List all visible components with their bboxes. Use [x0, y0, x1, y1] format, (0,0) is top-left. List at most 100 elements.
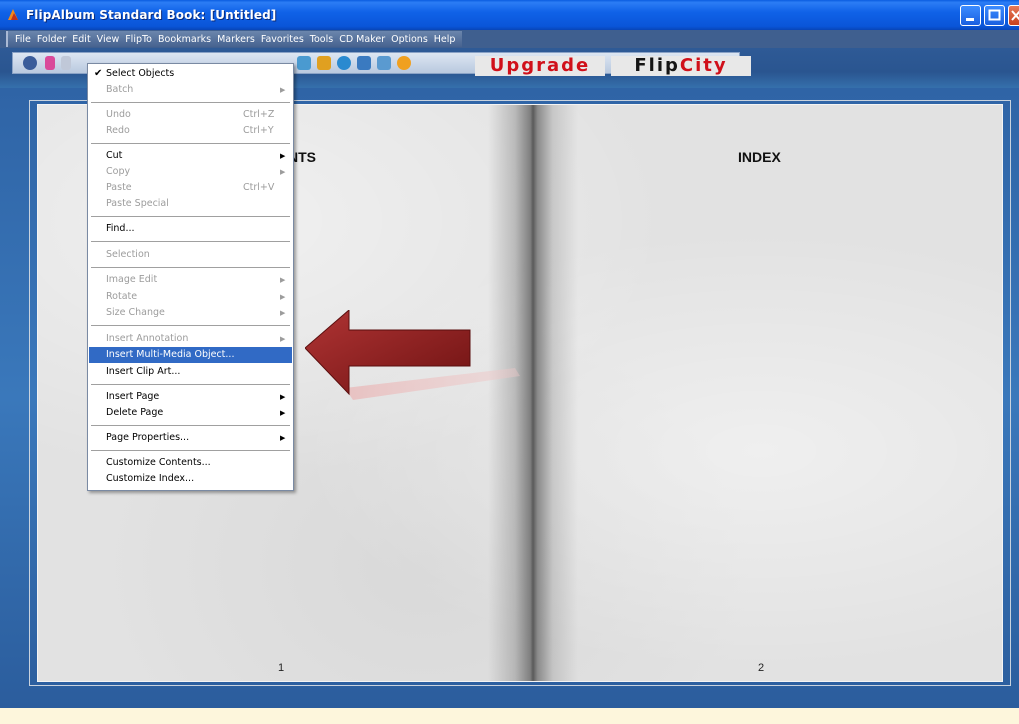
menu-bar: File Folder Edit View FlipTo Bookmarks M… [0, 30, 1019, 48]
submenu-arrow-icon: ▶ [280, 335, 286, 343]
submenu-arrow-icon: ▶ [280, 168, 286, 176]
menu-item-copy[interactable]: Copy ▶ [89, 164, 292, 180]
menu-item-label: Image Edit [106, 274, 158, 285]
shortcut-label: Ctrl+V [243, 182, 275, 193]
menu-item-paste-special[interactable]: Paste Special [89, 196, 292, 212]
menu-item-label: Copy [106, 166, 131, 177]
maximize-button[interactable] [984, 5, 1005, 26]
menu-item-delete-page[interactable]: Delete Page ▶ [89, 405, 292, 421]
menu-tools[interactable]: Tools [307, 34, 336, 45]
flipcity-label-part1: Flip [634, 55, 680, 76]
monitor-icon[interactable] [377, 56, 391, 70]
menu-item-label: Batch [106, 84, 134, 95]
menu-view[interactable]: View [94, 34, 123, 45]
menu-options[interactable]: Options [388, 34, 431, 45]
eye-icon[interactable] [23, 56, 37, 70]
menu-item-label: Undo [106, 109, 131, 120]
page-number-right: 2 [758, 662, 765, 674]
grid-icon[interactable] [317, 56, 331, 70]
menu-item-paste[interactable]: Paste Ctrl+V [89, 180, 292, 196]
menu-item-insert-annotation[interactable]: Insert Annotation ▶ [89, 331, 292, 347]
menu-help[interactable]: Help [431, 34, 459, 45]
menu-item-insert-clip-art[interactable]: Insert Clip Art... [89, 364, 292, 380]
menu-item-redo[interactable]: Redo Ctrl+Y [89, 123, 292, 139]
checkmark-icon: ✔ [94, 68, 103, 79]
submenu-arrow-icon: ▶ [280, 276, 286, 284]
menu-item-label: Insert Clip Art... [106, 366, 181, 377]
menu-item-batch[interactable]: Batch ▶ [89, 82, 292, 98]
page-icon[interactable] [45, 56, 55, 70]
menu-item-page-properties[interactable]: Page Properties... ▶ [89, 430, 292, 446]
star-icon[interactable] [397, 56, 411, 70]
menu-item-label: Delete Page [106, 407, 164, 418]
submenu-arrow-icon: ▶ [280, 309, 286, 317]
menu-item-label: Selection [106, 249, 150, 260]
menu-item-insert-page[interactable]: Insert Page ▶ [89, 389, 292, 405]
status-bar [0, 708, 1019, 724]
menu-item-insert-multimedia-object[interactable]: Insert Multi-Media Object... [89, 347, 292, 363]
upgrade-button[interactable]: Upgrade [475, 56, 605, 76]
menu-item-label: Paste Special [106, 198, 169, 209]
menu-separator [91, 241, 290, 242]
menu-item-label: Paste [106, 182, 132, 193]
menu-cd-maker[interactable]: CD Maker [336, 34, 388, 45]
menu-item-find[interactable]: Find... [89, 221, 292, 237]
menu-separator [91, 143, 290, 144]
menu-item-label: Select Objects [106, 68, 175, 79]
menu-item-label: Redo [106, 125, 130, 136]
menu-item-customize-contents[interactable]: Customize Contents... [89, 455, 292, 471]
menu-separator [91, 450, 290, 451]
menu-item-selection[interactable]: Selection [89, 247, 292, 263]
menu-bookmarks[interactable]: Bookmarks [155, 34, 214, 45]
index-page-title: INDEX [738, 149, 781, 165]
menu-folder[interactable]: Folder [34, 34, 69, 45]
submenu-arrow-icon: ▶ [280, 434, 286, 442]
close-button[interactable] [1008, 5, 1019, 26]
flipcity-button[interactable]: FlipCity [611, 56, 751, 76]
submenu-arrow-icon: ▶ [280, 293, 286, 301]
menu-item-label: Customize Contents... [106, 457, 211, 468]
menu-item-label: Customize Index... [106, 473, 195, 484]
menu-item-label: Insert Annotation [106, 333, 189, 344]
menu-item-label: Insert Page [106, 391, 160, 402]
menu-edit[interactable]: Edit [69, 34, 93, 45]
submenu-arrow-icon: ▶ [280, 152, 286, 160]
page-outline-icon[interactable] [61, 56, 71, 70]
menu-separator [91, 102, 290, 103]
menu-separator [91, 384, 290, 385]
submenu-arrow-icon: ▶ [280, 409, 286, 417]
shortcut-label: Ctrl+Z [243, 109, 275, 120]
menu-file[interactable]: File [12, 34, 34, 45]
minimize-button[interactable] [960, 5, 981, 26]
menu-separator [91, 267, 290, 268]
edit-menu-dropdown: ✔ Select Objects Batch ▶ Undo Ctrl+Z Red… [87, 63, 294, 491]
flipalbum-app-icon[interactable] [6, 8, 20, 22]
menu-item-label: Page Properties... [106, 432, 190, 443]
window-title: FlipAlbum Standard Book: [Untitled] [26, 8, 277, 22]
menu-item-label: Rotate [106, 291, 138, 302]
submenu-arrow-icon: ▶ [280, 393, 286, 401]
menu-favorites[interactable]: Favorites [258, 34, 307, 45]
menu-markers[interactable]: Markers [214, 34, 258, 45]
menu-item-label: Cut [106, 150, 123, 161]
menu-item-select-objects[interactable]: ✔ Select Objects [89, 66, 292, 82]
menu-item-label: Size Change [106, 307, 165, 318]
menu-item-size-change[interactable]: Size Change ▶ [89, 305, 292, 321]
annotation-arrow [305, 310, 520, 400]
menu-item-image-edit[interactable]: Image Edit ▶ [89, 272, 292, 288]
menu-item-rotate[interactable]: Rotate ▶ [89, 289, 292, 305]
music-icon[interactable] [337, 56, 351, 70]
menu-item-undo[interactable]: Undo Ctrl+Z [89, 107, 292, 123]
menu-item-label: Insert Multi-Media Object... [106, 349, 235, 360]
menu-item-customize-index[interactable]: Customize Index... [89, 471, 292, 487]
submenu-arrow-icon: ▶ [280, 86, 286, 94]
insert-icon[interactable] [357, 56, 371, 70]
menu-separator [91, 325, 290, 326]
shortcut-label: Ctrl+Y [243, 125, 274, 136]
menu-item-cut[interactable]: Cut ▶ [89, 148, 292, 164]
menu-separator [91, 216, 290, 217]
menu-flipto[interactable]: FlipTo [122, 34, 155, 45]
menu-item-label: Find... [106, 223, 135, 234]
pointer-icon[interactable] [297, 56, 311, 70]
flipcity-label-part2: City [679, 55, 728, 76]
